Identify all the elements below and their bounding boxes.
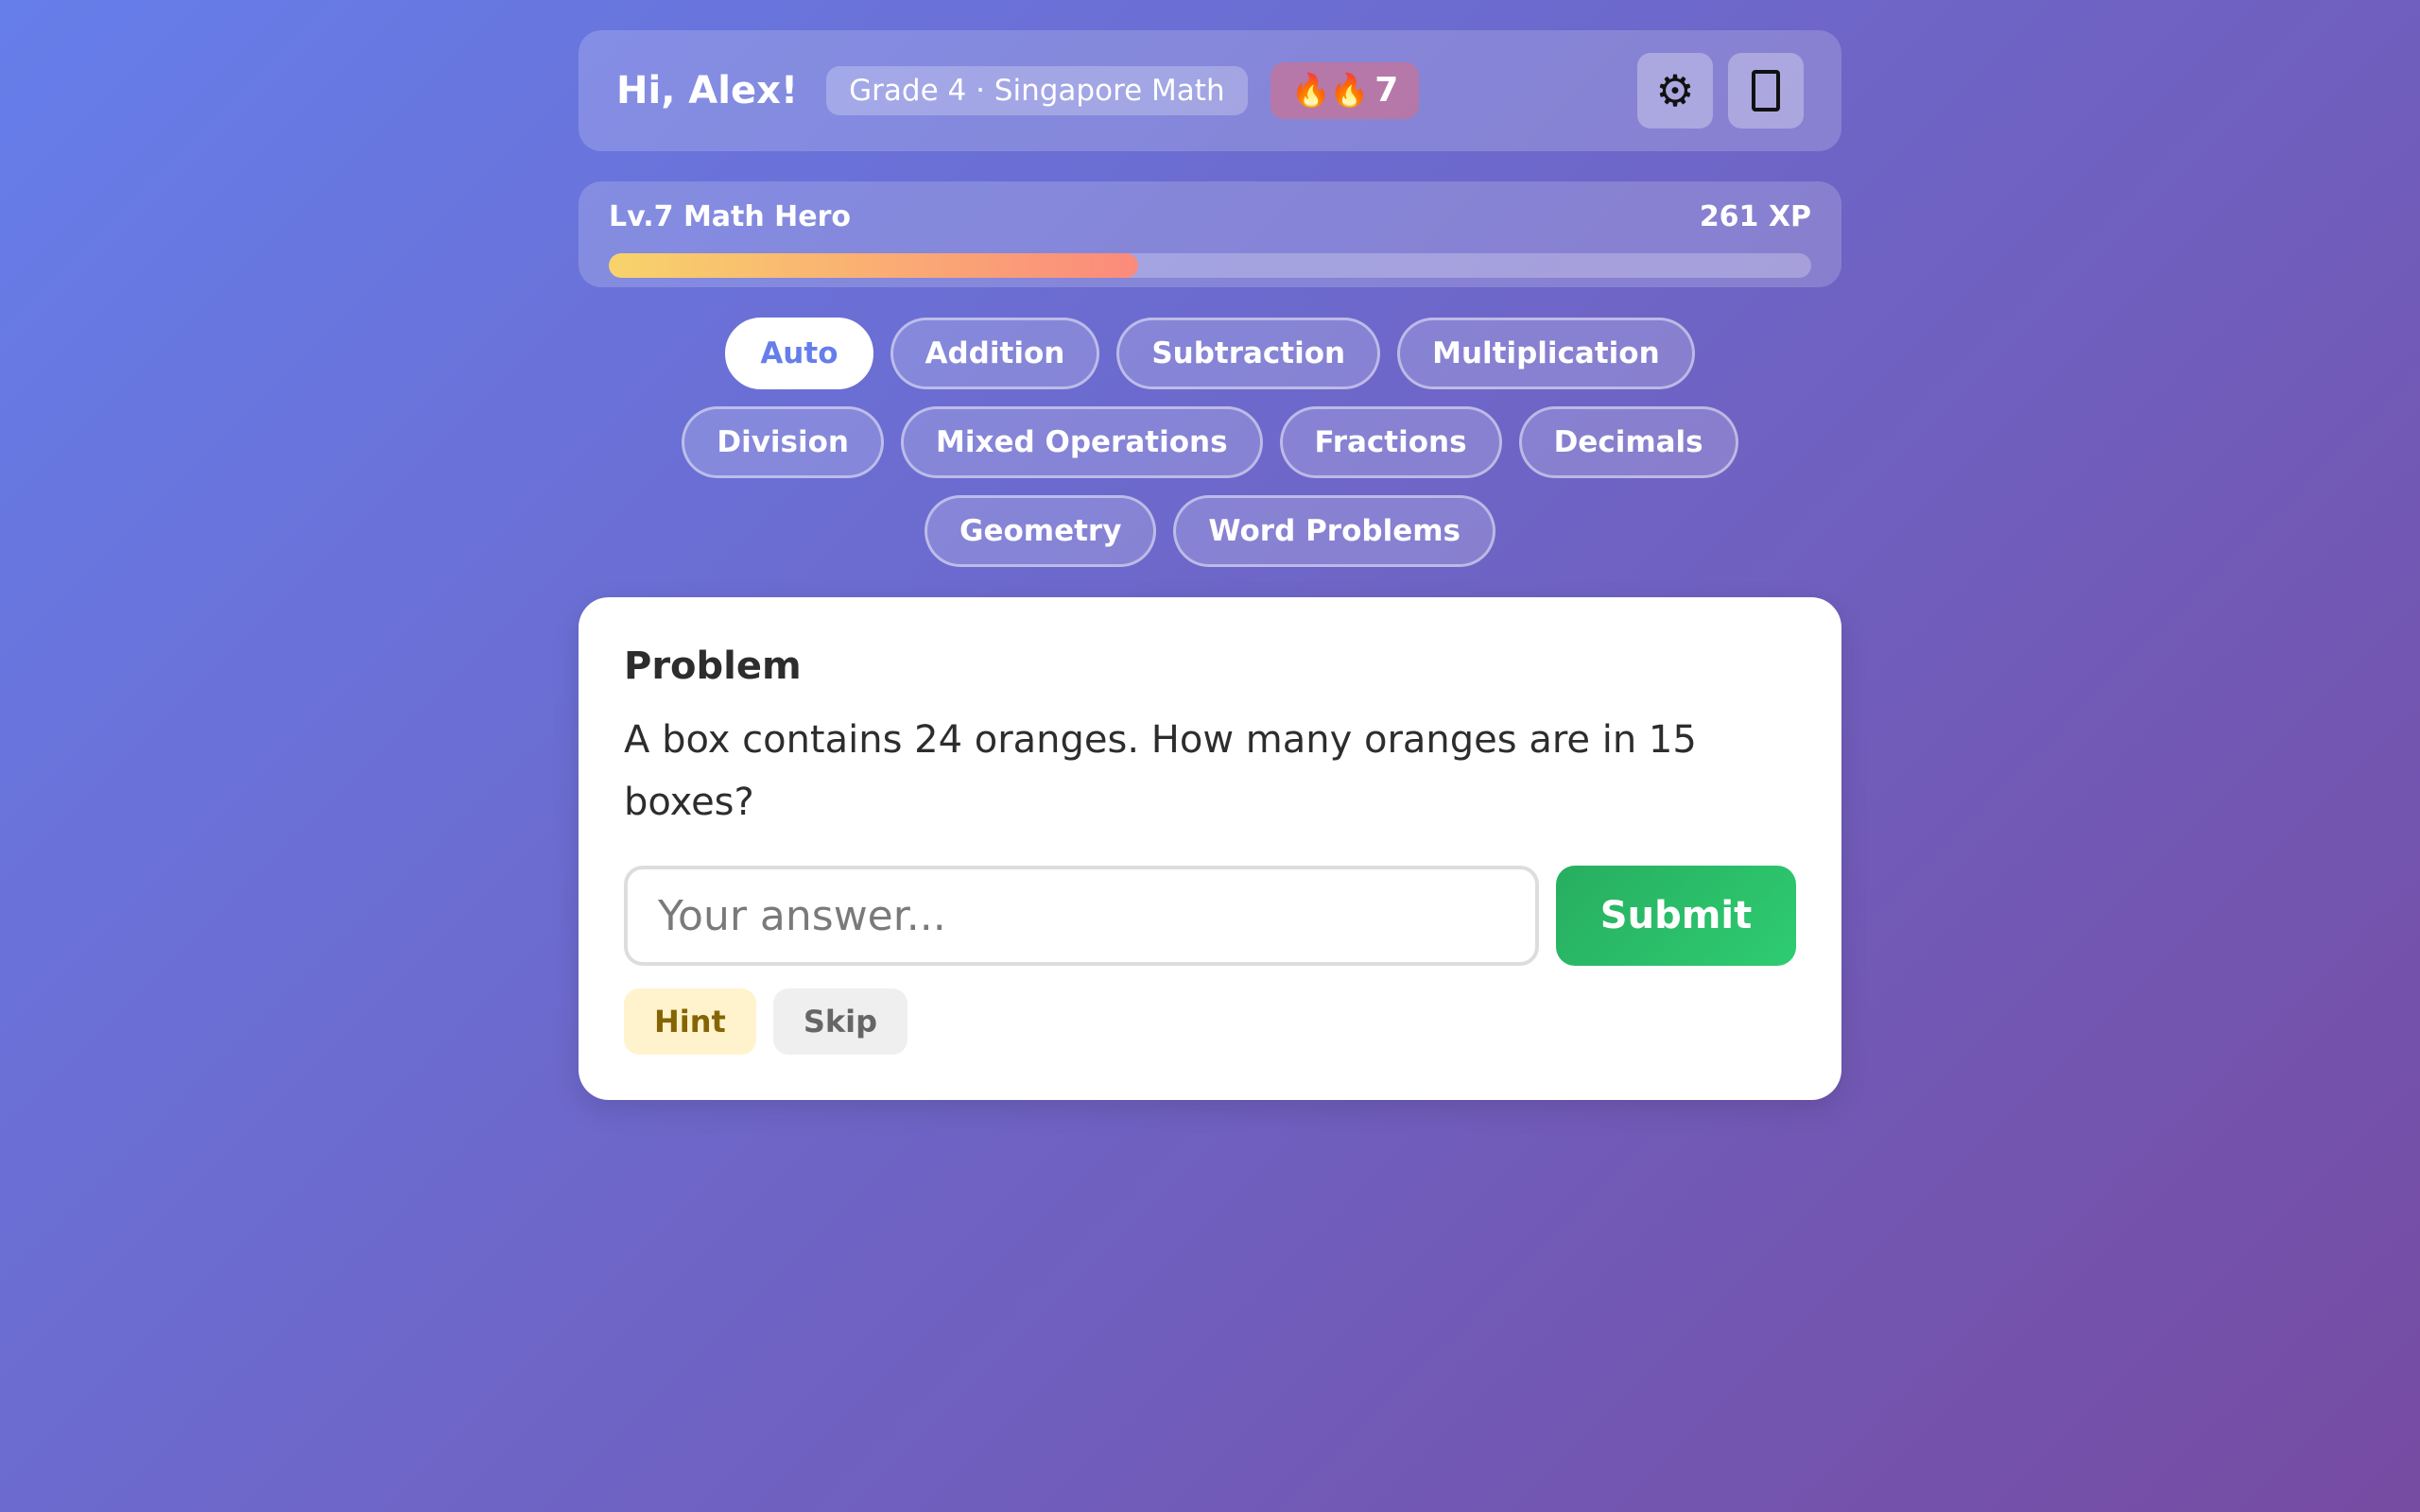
level-label: Lv.7 Math Hero	[609, 200, 852, 233]
streak-badge: 🔥🔥 7	[1270, 62, 1420, 119]
problem-text: A box contains 24 oranges. How many oran…	[624, 718, 1697, 824]
submit-button[interactable]: Submit	[1556, 866, 1796, 966]
xp-progress-bar	[609, 253, 1811, 278]
xp-progress-fill	[609, 253, 1138, 278]
topic-button-decimals[interactable]: Decimals	[1518, 406, 1738, 478]
topic-button-multiplication[interactable]: Multiplication	[1397, 318, 1695, 389]
problem-title: Problem	[624, 644, 802, 688]
topic-selector: Auto Addition Subtraction Multiplication…	[579, 318, 1841, 567]
grade-badge: Grade 4 · Singapore Math	[826, 66, 1248, 115]
answer-input[interactable]	[624, 866, 1539, 966]
header-buttons: ⚙	[1637, 53, 1804, 129]
topic-button-fractions[interactable]: Fractions	[1279, 406, 1502, 478]
topic-button-mixed-operations[interactable]: Mixed Operations	[901, 406, 1263, 478]
level-row: Lv.7 Math Hero 261 XP	[609, 198, 1811, 236]
clipboard-icon	[1752, 70, 1780, 112]
topic-button-division[interactable]: Division	[682, 406, 884, 478]
topic-button-addition[interactable]: Addition	[890, 318, 1100, 389]
gear-icon: ⚙	[1655, 65, 1695, 116]
header-bar: Hi, Alex! Grade 4 · Singapore Math 🔥🔥 7 ⚙	[579, 30, 1841, 151]
action-row: Hint Skip	[624, 988, 1796, 1055]
fire-icon: 🔥🔥	[1290, 72, 1370, 110]
settings-button[interactable]: ⚙	[1637, 53, 1713, 129]
topic-button-subtraction[interactable]: Subtraction	[1116, 318, 1381, 389]
app-container: Hi, Alex! Grade 4 · Singapore Math 🔥🔥 7 ⚙…	[579, 30, 1841, 1100]
stats-button[interactable]	[1728, 53, 1804, 129]
greeting-text: Hi, Alex!	[616, 69, 799, 112]
topic-button-geometry[interactable]: Geometry	[925, 495, 1157, 567]
skip-button[interactable]: Skip	[772, 988, 908, 1055]
streak-count: 7	[1374, 71, 1399, 110]
level-progress-card: Lv.7 Math Hero 261 XP	[579, 181, 1841, 287]
problem-card: Problem A box contains 24 oranges. How m…	[579, 597, 1841, 1100]
hint-button[interactable]: Hint	[624, 988, 756, 1055]
topic-button-word-problems[interactable]: Word Problems	[1173, 495, 1495, 567]
xp-label: 261 XP	[1699, 200, 1811, 233]
topic-button-auto[interactable]: Auto	[725, 318, 873, 389]
answer-row: Submit	[624, 866, 1796, 966]
